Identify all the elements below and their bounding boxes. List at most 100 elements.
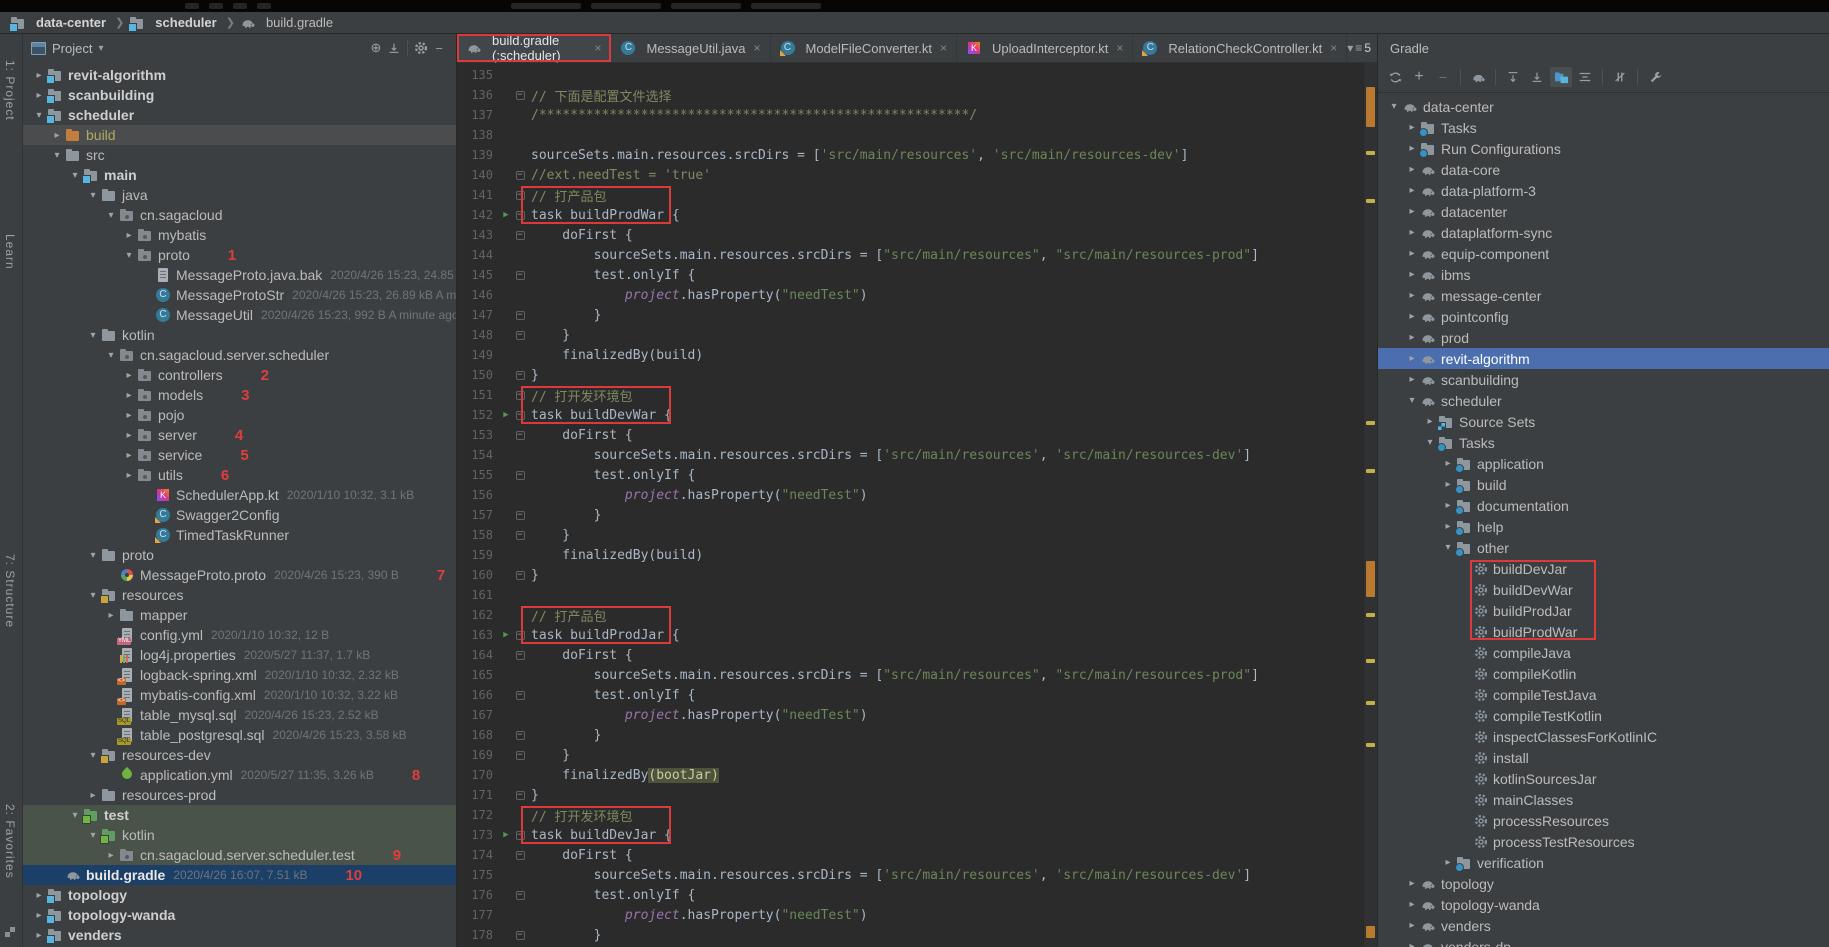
tool-stripe-button[interactable]: 2: Favorites	[3, 804, 17, 879]
run-task-icon[interactable]: ▶	[499, 830, 513, 840]
code-line-172[interactable]: 172// 打开发环境包	[457, 805, 1363, 825]
project-row-mybatis[interactable]: ▸mybatis	[23, 225, 456, 245]
project-row-kotlin[interactable]: ▾kotlin	[23, 325, 456, 345]
fold-close-icon[interactable]: −	[516, 371, 525, 380]
project-row-proto[interactable]: ▾proto	[23, 545, 456, 565]
stripe-mark[interactable]	[1366, 87, 1375, 127]
chevron-right-icon[interactable]: ▸	[121, 470, 137, 481]
fold-close-icon[interactable]: −	[516, 931, 525, 940]
breadcrumb-item[interactable]: scheduler	[129, 15, 216, 31]
code-line-165[interactable]: 165 sourceSets.main.resources.srcDirs = …	[457, 665, 1363, 685]
project-row-messageutil[interactable]: CMessageUtil2020/4/26 15:23, 992 B A min…	[23, 305, 456, 325]
chevron-right-icon[interactable]: ▸	[1440, 479, 1456, 490]
project-row-schedulerapp.kt[interactable]: KSchedulerApp.kt2020/1/10 10:32, 3.1 kB	[23, 485, 456, 505]
project-row-messageproto.java.bak[interactable]: MessageProto.java.bak2020/4/26 15:23, 24…	[23, 265, 456, 285]
project-row-test[interactable]: ▾test	[23, 805, 456, 825]
chevron-down-icon[interactable]: ▾	[103, 350, 119, 361]
refresh-icon[interactable]	[1384, 67, 1406, 87]
project-row-timedtaskrunner[interactable]: CTimedTaskRunner	[23, 525, 456, 545]
group-modules-icon[interactable]	[1550, 67, 1572, 87]
gradle-row-equip-component[interactable]: ▸equip-component	[1378, 243, 1829, 264]
code-line-136[interactable]: 136−// 下面是配置文件选择	[457, 85, 1363, 105]
tab-build.gradle-scheduler-[interactable]: build.gradle (:scheduler)×	[457, 34, 611, 62]
code-line-157[interactable]: 157− }	[457, 505, 1363, 525]
code-line-164[interactable]: 164− doFirst {	[457, 645, 1363, 665]
gradle-row-scanbuilding[interactable]: ▸scanbuilding	[1378, 369, 1829, 390]
code-line-146[interactable]: 146 project.hasProperty("needTest")	[457, 285, 1363, 305]
close-icon[interactable]: ×	[753, 41, 760, 55]
add-icon[interactable]: +	[1408, 67, 1430, 87]
close-icon[interactable]: ×	[940, 41, 947, 55]
chevron-right-icon[interactable]: ▸	[49, 130, 65, 141]
project-row-messageproto.proto[interactable]: MessageProto.proto2020/4/26 15:23, 390 B…	[23, 565, 456, 585]
fold-gutter[interactable]: −	[513, 311, 527, 320]
code-line-158[interactable]: 158− }	[457, 525, 1363, 545]
chevron-down-icon[interactable]: ▾	[85, 330, 101, 341]
offline-icon[interactable]	[1609, 67, 1631, 87]
chevron-down-icon[interactable]: ▾	[31, 110, 47, 121]
chevron-right-icon[interactable]: ▸	[1404, 899, 1420, 910]
project-row-messageprotostr[interactable]: CMessageProtoStr2020/4/26 15:23, 26.89 k…	[23, 285, 456, 305]
fold-gutter[interactable]: −	[513, 411, 527, 420]
gradle-row-venders[interactable]: ▸venders	[1378, 915, 1829, 936]
code-line-138[interactable]: 138	[457, 125, 1363, 145]
gradle-row-kotlinsourcesjar[interactable]: kotlinSourcesJar	[1378, 768, 1829, 789]
chevron-down-icon[interactable]: ▾	[85, 750, 101, 761]
chevron-right-icon[interactable]: ▸	[1440, 857, 1456, 868]
code-line-145[interactable]: 145− test.onlyIf {	[457, 265, 1363, 285]
editor-error-stripe[interactable]	[1363, 63, 1377, 947]
tab-messageutil.java[interactable]: CMessageUtil.java×	[611, 34, 770, 62]
fold-close-icon[interactable]: −	[516, 331, 525, 340]
code-line-135[interactable]: 135	[457, 65, 1363, 85]
fold-gutter[interactable]: −	[513, 631, 527, 640]
fold-open-icon[interactable]: −	[516, 471, 525, 480]
run-task-icon[interactable]: ▶	[499, 630, 513, 640]
project-row-resources[interactable]: ▾resources	[23, 585, 456, 605]
code-line-168[interactable]: 168− }	[457, 725, 1363, 745]
project-row-kotlin[interactable]: ▾kotlin	[23, 825, 456, 845]
project-row-server[interactable]: ▸server4	[23, 425, 456, 445]
fold-open-icon[interactable]: −	[516, 691, 525, 700]
code-line-139[interactable]: 139sourceSets.main.resources.srcDirs = […	[457, 145, 1363, 165]
code-line-155[interactable]: 155− test.onlyIf {	[457, 465, 1363, 485]
fold-open-icon[interactable]: −	[516, 231, 525, 240]
chevron-right-icon[interactable]: ▸	[1404, 332, 1420, 343]
fold-gutter[interactable]: −	[513, 331, 527, 340]
compact-icon[interactable]	[1574, 67, 1596, 87]
fold-gutter[interactable]: −	[513, 271, 527, 280]
gradle-row-compiletestjava[interactable]: compileTestJava	[1378, 684, 1829, 705]
code-line-178[interactable]: 178− }	[457, 925, 1363, 945]
fold-open-icon[interactable]: −	[516, 891, 525, 900]
tool-stripe-button[interactable]: 7: Structure	[3, 554, 17, 628]
code-line-170[interactable]: 170 finalizedBy(bootJar)	[457, 765, 1363, 785]
fold-gutter[interactable]: −	[513, 691, 527, 700]
chevron-right-icon[interactable]: ▸	[85, 790, 101, 801]
gradle-row-tasks[interactable]: ▾Tasks	[1378, 432, 1829, 453]
gradle-row-tasks[interactable]: ▸Tasks	[1378, 117, 1829, 138]
chevron-right-icon[interactable]: ▸	[1404, 227, 1420, 238]
fold-open-icon[interactable]: −	[516, 831, 525, 840]
chevron-right-icon[interactable]: ▸	[1404, 185, 1420, 196]
tab-uploadinterceptor.kt[interactable]: KUploadInterceptor.kt×	[957, 34, 1133, 62]
fold-open-icon[interactable]: −	[516, 411, 525, 420]
fold-gutter[interactable]: −	[513, 891, 527, 900]
project-row-cn.sagacloud.server.scheduler[interactable]: ▾cn.sagacloud.server.scheduler	[23, 345, 456, 365]
gradle-row-data-core[interactable]: ▸data-core	[1378, 159, 1829, 180]
project-row-application.yml[interactable]: application.yml2020/5/27 11:35, 3.26 kB8	[23, 765, 456, 785]
code-line-175[interactable]: 175 sourceSets.main.resources.srcDirs = …	[457, 865, 1363, 885]
gradle-row-data-center[interactable]: ▾data-center	[1378, 96, 1829, 117]
hide-icon[interactable]: −	[430, 39, 448, 57]
gradle-row-dataplatform-sync[interactable]: ▸dataplatform-sync	[1378, 222, 1829, 243]
breadcrumb-item[interactable]: data-center	[10, 15, 106, 31]
gradle-row-venders-dp[interactable]: ▸venders-dp	[1378, 936, 1829, 947]
chevron-right-icon[interactable]: ▸	[121, 390, 137, 401]
code-line-150[interactable]: 150−}	[457, 365, 1363, 385]
chevron-right-icon[interactable]: ▸	[1404, 374, 1420, 385]
gradle-icon[interactable]	[1467, 67, 1489, 87]
project-row-config.yml[interactable]: YMLconfig.yml2020/1/10 10:32, 12 B	[23, 625, 456, 645]
code-line-142[interactable]: 142▶−task buildProdWar {	[457, 205, 1363, 225]
chevron-right-icon[interactable]: ▸	[103, 850, 119, 861]
project-row-mapper[interactable]: ▸mapper	[23, 605, 456, 625]
code-line-163[interactable]: 163▶−task buildProdJar {	[457, 625, 1363, 645]
chevron-right-icon[interactable]: ▸	[1404, 290, 1420, 301]
